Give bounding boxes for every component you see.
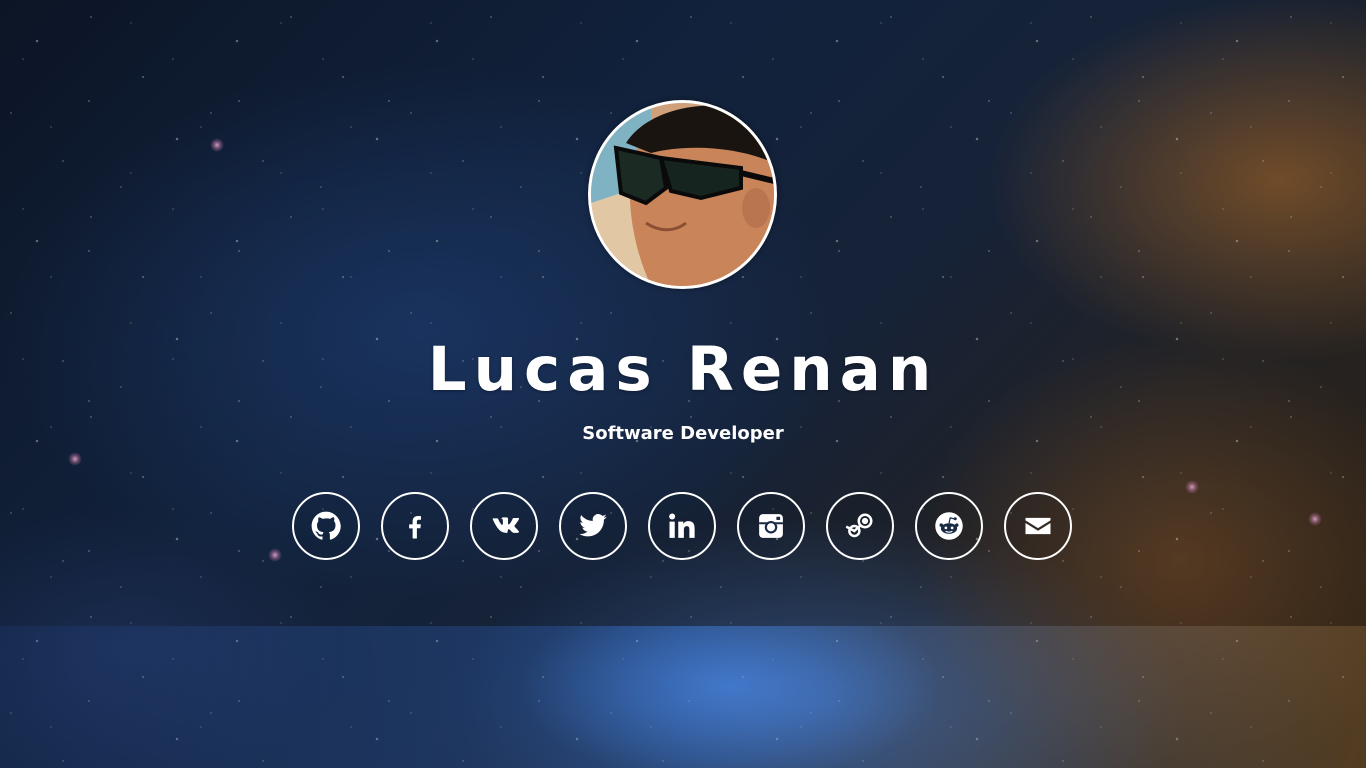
lower-band bbox=[0, 626, 1366, 768]
social-links bbox=[292, 492, 1072, 560]
profile-photo bbox=[591, 103, 774, 286]
avatar bbox=[588, 100, 777, 289]
email-link[interactable] bbox=[1004, 492, 1072, 560]
facebook-link[interactable] bbox=[381, 492, 449, 560]
envelope-icon bbox=[1025, 517, 1051, 535]
page: Lucas Renan Software Developer bbox=[0, 0, 1366, 768]
instagram-icon bbox=[759, 514, 783, 538]
github-link[interactable] bbox=[292, 492, 360, 560]
twitter-link[interactable] bbox=[559, 492, 627, 560]
steam-icon bbox=[845, 513, 873, 538]
github-icon bbox=[311, 511, 341, 540]
hero-section: Lucas Renan Software Developer bbox=[0, 0, 1366, 626]
facebook-icon bbox=[409, 516, 421, 539]
linkedin-link[interactable] bbox=[648, 492, 716, 560]
reddit-icon bbox=[935, 512, 963, 540]
steam-link[interactable] bbox=[826, 492, 894, 560]
linkedin-icon bbox=[669, 513, 695, 538]
instagram-link[interactable] bbox=[737, 492, 805, 560]
vk-link[interactable] bbox=[470, 492, 538, 560]
vk-icon bbox=[492, 517, 519, 533]
profile-role: Software Developer bbox=[582, 423, 784, 444]
twitter-icon bbox=[579, 514, 607, 537]
profile-name: Lucas Renan bbox=[427, 334, 939, 405]
reddit-link[interactable] bbox=[915, 492, 983, 560]
